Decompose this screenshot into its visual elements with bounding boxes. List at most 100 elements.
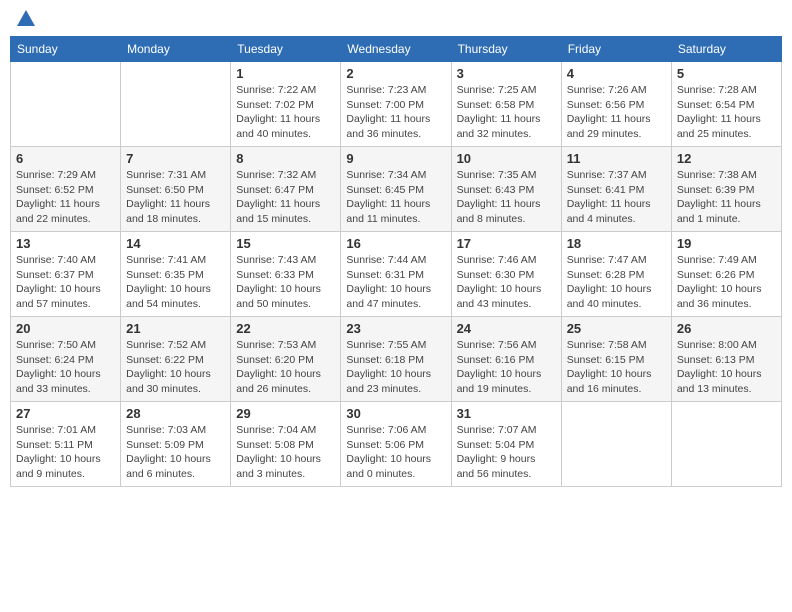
calendar-header-row: SundayMondayTuesdayWednesdayThursdayFrid… bbox=[11, 37, 782, 62]
sunset: Sunset: 5:11 PM bbox=[16, 439, 93, 451]
daylight: Daylight: 11 hours and 40 minutes. bbox=[236, 113, 320, 140]
day-of-week-header: Thursday bbox=[451, 37, 561, 62]
sunset: Sunset: 6:58 PM bbox=[457, 99, 535, 111]
daylight: Daylight: 11 hours and 29 minutes. bbox=[567, 113, 651, 140]
sunset: Sunset: 7:00 PM bbox=[346, 99, 424, 111]
day-info: Sunrise: 7:26 AM Sunset: 6:56 PM Dayligh… bbox=[567, 83, 666, 142]
day-info: Sunrise: 7:50 AM Sunset: 6:24 PM Dayligh… bbox=[16, 338, 115, 397]
daylight: Daylight: 10 hours and 23 minutes. bbox=[346, 368, 431, 395]
daylight: Daylight: 10 hours and 0 minutes. bbox=[346, 453, 431, 480]
sunset: Sunset: 5:08 PM bbox=[236, 439, 314, 451]
sunrise: Sunrise: 7:28 AM bbox=[677, 84, 757, 96]
sunset: Sunset: 6:54 PM bbox=[677, 99, 755, 111]
calendar-cell: 14 Sunrise: 7:41 AM Sunset: 6:35 PM Dayl… bbox=[121, 232, 231, 317]
day-number: 25 bbox=[567, 321, 666, 336]
sunrise: Sunrise: 7:44 AM bbox=[346, 254, 426, 266]
sunrise: Sunrise: 7:52 AM bbox=[126, 339, 206, 351]
daylight: Daylight: 10 hours and 54 minutes. bbox=[126, 283, 211, 310]
logo-icon bbox=[15, 8, 37, 30]
calendar-week-row: 20 Sunrise: 7:50 AM Sunset: 6:24 PM Dayl… bbox=[11, 317, 782, 402]
sunset: Sunset: 7:02 PM bbox=[236, 99, 314, 111]
daylight: Daylight: 11 hours and 18 minutes. bbox=[126, 198, 210, 225]
day-info: Sunrise: 7:41 AM Sunset: 6:35 PM Dayligh… bbox=[126, 253, 225, 312]
sunset: Sunset: 6:41 PM bbox=[567, 184, 645, 196]
daylight: Daylight: 10 hours and 40 minutes. bbox=[567, 283, 652, 310]
sunrise: Sunrise: 7:37 AM bbox=[567, 169, 647, 181]
sunset: Sunset: 6:35 PM bbox=[126, 269, 204, 281]
daylight: Daylight: 11 hours and 15 minutes. bbox=[236, 198, 320, 225]
sunset: Sunset: 6:45 PM bbox=[346, 184, 424, 196]
day-info: Sunrise: 7:47 AM Sunset: 6:28 PM Dayligh… bbox=[567, 253, 666, 312]
daylight: Daylight: 10 hours and 43 minutes. bbox=[457, 283, 542, 310]
day-number: 30 bbox=[346, 406, 445, 421]
day-number: 9 bbox=[346, 151, 445, 166]
day-info: Sunrise: 7:03 AM Sunset: 5:09 PM Dayligh… bbox=[126, 423, 225, 482]
day-number: 29 bbox=[236, 406, 335, 421]
sunset: Sunset: 6:28 PM bbox=[567, 269, 645, 281]
day-info: Sunrise: 7:07 AM Sunset: 5:04 PM Dayligh… bbox=[457, 423, 556, 482]
calendar-cell: 29 Sunrise: 7:04 AM Sunset: 5:08 PM Dayl… bbox=[231, 402, 341, 487]
sunset: Sunset: 6:50 PM bbox=[126, 184, 204, 196]
sunrise: Sunrise: 7:22 AM bbox=[236, 84, 316, 96]
sunset: Sunset: 6:22 PM bbox=[126, 354, 204, 366]
sunrise: Sunrise: 7:34 AM bbox=[346, 169, 426, 181]
daylight: Daylight: 11 hours and 25 minutes. bbox=[677, 113, 761, 140]
calendar-cell: 3 Sunrise: 7:25 AM Sunset: 6:58 PM Dayli… bbox=[451, 62, 561, 147]
sunset: Sunset: 5:09 PM bbox=[126, 439, 204, 451]
calendar-week-row: 13 Sunrise: 7:40 AM Sunset: 6:37 PM Dayl… bbox=[11, 232, 782, 317]
day-number: 22 bbox=[236, 321, 335, 336]
sunset: Sunset: 6:39 PM bbox=[677, 184, 755, 196]
sunrise: Sunrise: 7:07 AM bbox=[457, 424, 537, 436]
calendar-cell: 11 Sunrise: 7:37 AM Sunset: 6:41 PM Dayl… bbox=[561, 147, 671, 232]
day-info: Sunrise: 7:37 AM Sunset: 6:41 PM Dayligh… bbox=[567, 168, 666, 227]
calendar-cell: 30 Sunrise: 7:06 AM Sunset: 5:06 PM Dayl… bbox=[341, 402, 451, 487]
day-number: 3 bbox=[457, 66, 556, 81]
calendar-cell: 12 Sunrise: 7:38 AM Sunset: 6:39 PM Dayl… bbox=[671, 147, 781, 232]
calendar-cell: 2 Sunrise: 7:23 AM Sunset: 7:00 PM Dayli… bbox=[341, 62, 451, 147]
calendar-cell: 4 Sunrise: 7:26 AM Sunset: 6:56 PM Dayli… bbox=[561, 62, 671, 147]
sunrise: Sunrise: 7:23 AM bbox=[346, 84, 426, 96]
sunset: Sunset: 6:56 PM bbox=[567, 99, 645, 111]
daylight: Daylight: 10 hours and 57 minutes. bbox=[16, 283, 101, 310]
calendar-cell: 25 Sunrise: 7:58 AM Sunset: 6:15 PM Dayl… bbox=[561, 317, 671, 402]
day-number: 4 bbox=[567, 66, 666, 81]
day-info: Sunrise: 7:04 AM Sunset: 5:08 PM Dayligh… bbox=[236, 423, 335, 482]
day-info: Sunrise: 7:56 AM Sunset: 6:16 PM Dayligh… bbox=[457, 338, 556, 397]
day-number: 21 bbox=[126, 321, 225, 336]
day-number: 12 bbox=[677, 151, 776, 166]
daylight: Daylight: 9 hours and 56 minutes. bbox=[457, 453, 536, 480]
day-number: 7 bbox=[126, 151, 225, 166]
daylight: Daylight: 11 hours and 36 minutes. bbox=[346, 113, 430, 140]
day-number: 31 bbox=[457, 406, 556, 421]
sunrise: Sunrise: 7:06 AM bbox=[346, 424, 426, 436]
day-info: Sunrise: 7:35 AM Sunset: 6:43 PM Dayligh… bbox=[457, 168, 556, 227]
calendar-cell: 5 Sunrise: 7:28 AM Sunset: 6:54 PM Dayli… bbox=[671, 62, 781, 147]
sunset: Sunset: 5:06 PM bbox=[346, 439, 424, 451]
calendar-cell bbox=[11, 62, 121, 147]
day-of-week-header: Friday bbox=[561, 37, 671, 62]
day-number: 28 bbox=[126, 406, 225, 421]
calendar-cell: 10 Sunrise: 7:35 AM Sunset: 6:43 PM Dayl… bbox=[451, 147, 561, 232]
day-info: Sunrise: 7:44 AM Sunset: 6:31 PM Dayligh… bbox=[346, 253, 445, 312]
sunrise: Sunrise: 7:56 AM bbox=[457, 339, 537, 351]
sunrise: Sunrise: 7:03 AM bbox=[126, 424, 206, 436]
calendar-cell: 31 Sunrise: 7:07 AM Sunset: 5:04 PM Dayl… bbox=[451, 402, 561, 487]
daylight: Daylight: 10 hours and 13 minutes. bbox=[677, 368, 762, 395]
calendar-cell: 17 Sunrise: 7:46 AM Sunset: 6:30 PM Dayl… bbox=[451, 232, 561, 317]
day-info: Sunrise: 7:53 AM Sunset: 6:20 PM Dayligh… bbox=[236, 338, 335, 397]
sunrise: Sunrise: 7:53 AM bbox=[236, 339, 316, 351]
day-number: 1 bbox=[236, 66, 335, 81]
calendar-cell: 8 Sunrise: 7:32 AM Sunset: 6:47 PM Dayli… bbox=[231, 147, 341, 232]
sunset: Sunset: 6:52 PM bbox=[16, 184, 94, 196]
day-number: 14 bbox=[126, 236, 225, 251]
day-info: Sunrise: 7:58 AM Sunset: 6:15 PM Dayligh… bbox=[567, 338, 666, 397]
sunset: Sunset: 6:15 PM bbox=[567, 354, 645, 366]
daylight: Daylight: 10 hours and 3 minutes. bbox=[236, 453, 321, 480]
calendar-cell: 21 Sunrise: 7:52 AM Sunset: 6:22 PM Dayl… bbox=[121, 317, 231, 402]
calendar-cell: 23 Sunrise: 7:55 AM Sunset: 6:18 PM Dayl… bbox=[341, 317, 451, 402]
calendar-cell bbox=[561, 402, 671, 487]
calendar-cell: 20 Sunrise: 7:50 AM Sunset: 6:24 PM Dayl… bbox=[11, 317, 121, 402]
daylight: Daylight: 10 hours and 30 minutes. bbox=[126, 368, 211, 395]
day-number: 27 bbox=[16, 406, 115, 421]
daylight: Daylight: 11 hours and 32 minutes. bbox=[457, 113, 541, 140]
